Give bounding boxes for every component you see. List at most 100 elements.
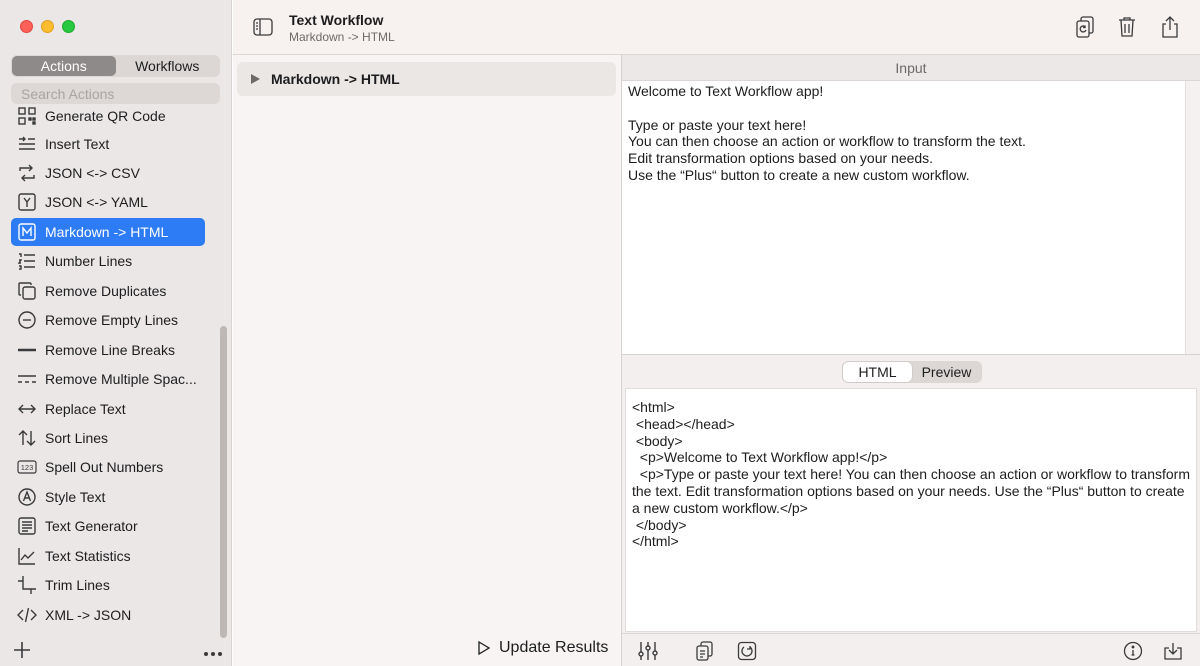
add-workflow-button[interactable] [12, 640, 32, 663]
sidebar-item-sort-lines[interactable]: Sort Lines [11, 424, 205, 452]
sidebar-item-replace-text[interactable]: Replace Text [11, 395, 205, 423]
numbered-list-icon [16, 250, 38, 272]
zoom-window-button[interactable] [62, 20, 75, 33]
delete-button[interactable] [1115, 14, 1139, 40]
toolbar: Text Workflow Markdown -> HTML [233, 0, 1200, 55]
sidebar-item-remove-duplicates[interactable]: Remove Duplicates [11, 277, 205, 305]
input-scrollbar[interactable] [1185, 81, 1200, 354]
share-icon [1162, 16, 1178, 38]
disclosure-triangle-icon[interactable] [249, 73, 261, 85]
use-as-input-button[interactable] [736, 640, 758, 662]
plus-icon [14, 642, 30, 658]
sidebar-item-json-csv[interactable]: JSON <-> CSV [11, 159, 205, 187]
workflow-steps-panel: Markdown -> HTML Update Results [233, 55, 621, 666]
123-icon: 123 [16, 456, 38, 478]
info-button[interactable] [1122, 640, 1144, 662]
a-circle-icon [16, 486, 38, 508]
sidebar-item-markdown-html[interactable]: Markdown -> HTML [11, 218, 205, 246]
close-window-button[interactable] [20, 20, 33, 33]
chart-line-icon [16, 545, 38, 567]
sidebar-item-label: Trim Lines [45, 577, 110, 593]
more-options-button[interactable] [203, 644, 223, 658]
sidebar-item-trim-lines[interactable]: Trim Lines [11, 571, 205, 599]
window-controls [20, 20, 75, 33]
output-tabs-bar: HTML Preview [622, 355, 1200, 388]
io-panel: Input Welcome to Text Workflow app! Type… [622, 55, 1200, 666]
sidebar-item-label: XML -> JSON [45, 607, 132, 623]
sidebar: Actions Workflows Generate QR Code Inser [0, 0, 232, 666]
sidebar-item-generate-qr-code[interactable]: Generate QR Code [11, 102, 205, 130]
window-subtitle: Markdown -> HTML [289, 30, 395, 44]
sidebar-item-remove-multiple-spaces[interactable]: Remove Multiple Spac... [11, 365, 205, 393]
duplicate-icon [16, 280, 38, 302]
toggle-sidebar-button[interactable] [253, 18, 273, 36]
tab-html[interactable]: HTML [843, 362, 912, 382]
options-button[interactable] [637, 640, 659, 662]
copy-doc-icon [696, 641, 713, 661]
sidebar-scrollbar[interactable] [220, 326, 227, 638]
qr-code-icon [16, 105, 38, 127]
sidebar-item-label: JSON <-> CSV [45, 165, 140, 181]
sidebar-item-xml-json[interactable]: XML -> JSON [11, 601, 205, 629]
output-bottom-bar [622, 633, 1200, 666]
sidebar-item-label: Spell Out Numbers [45, 459, 164, 475]
window-title: Text Workflow [289, 12, 384, 28]
sidebar-item-label: Remove Multiple Spac... [45, 371, 197, 387]
sidebar-item-text-statistics[interactable]: Text Statistics [11, 542, 205, 570]
code-icon [16, 604, 38, 626]
input-header: Input [622, 55, 1200, 81]
line-icon [16, 339, 38, 361]
sidebar-item-label: Text Generator [45, 518, 138, 534]
output-text-area[interactable]: <html> <head></head> <body> <p>Welcome t… [625, 388, 1197, 632]
sidebar-item-label: Remove Duplicates [45, 283, 167, 299]
sidebar-item-style-text[interactable]: Style Text [11, 483, 205, 511]
sliders-icon [638, 642, 658, 660]
output-segmented-control: HTML Preview [842, 361, 982, 383]
sidebar-item-label: Text Statistics [45, 548, 131, 564]
sidebar-item-remove-line-breaks[interactable]: Remove Line Breaks [11, 336, 205, 364]
sidebar-item-number-lines[interactable]: Number Lines [11, 247, 205, 275]
input-text-area[interactable]: Welcome to Text Workflow app! Type or pa… [622, 81, 1185, 354]
sidebar-item-remove-empty-lines[interactable]: Remove Empty Lines [11, 306, 205, 334]
actions-list: Generate QR Code Insert Text JSON <-> CS… [0, 100, 232, 630]
left-right-arrow-icon [16, 398, 38, 420]
dashed-lines-icon [16, 368, 38, 390]
workflow-step-label: Markdown -> HTML [271, 71, 400, 87]
sidebar-item-label: Generate QR Code [45, 108, 166, 124]
save-output-button[interactable] [1162, 640, 1184, 662]
trash-icon [1119, 17, 1135, 37]
sort-arrows-icon [16, 427, 38, 449]
insert-text-icon [16, 133, 38, 155]
m-square-icon [16, 221, 38, 243]
sidebar-toggle-icon [253, 18, 273, 36]
crop-icon [16, 574, 38, 596]
sidebar-item-insert-text[interactable]: Insert Text [11, 130, 205, 158]
sidebar-item-spell-out-numbers[interactable]: 123 Spell Out Numbers [11, 453, 205, 481]
sidebar-item-text-generator[interactable]: Text Generator [11, 512, 205, 540]
tab-preview[interactable]: Preview [912, 362, 981, 382]
sidebar-item-label: Sort Lines [45, 430, 109, 446]
tab-actions[interactable]: Actions [12, 56, 116, 76]
sidebar-item-label: Remove Line Breaks [45, 342, 175, 358]
minimize-window-button[interactable] [41, 20, 54, 33]
sidebar-item-json-yaml[interactable]: JSON <-> YAML [11, 188, 205, 216]
minus-circle-icon [16, 309, 38, 331]
svg-text:123: 123 [21, 463, 34, 472]
update-results-button[interactable]: Update Results [477, 639, 608, 657]
download-icon [1164, 643, 1182, 660]
ellipsis-icon [204, 652, 222, 656]
workflow-step-row[interactable]: Markdown -> HTML [237, 62, 616, 96]
update-results-label: Update Results [499, 639, 609, 656]
text-doc-icon [16, 515, 38, 537]
return-square-icon [737, 641, 757, 661]
copy-output-button[interactable] [694, 640, 716, 662]
sidebar-item-label: Markdown -> HTML [45, 224, 169, 240]
sidebar-item-label: Insert Text [45, 136, 110, 152]
share-button[interactable] [1158, 14, 1182, 40]
sidebar-item-label: Replace Text [45, 401, 126, 417]
tab-workflows[interactable]: Workflows [116, 56, 220, 76]
copy-results-button[interactable] [1073, 14, 1097, 40]
sidebar-item-label: Number Lines [45, 253, 133, 269]
sidebar-item-label: Style Text [45, 489, 106, 505]
copy-refresh-icon [1076, 16, 1094, 38]
